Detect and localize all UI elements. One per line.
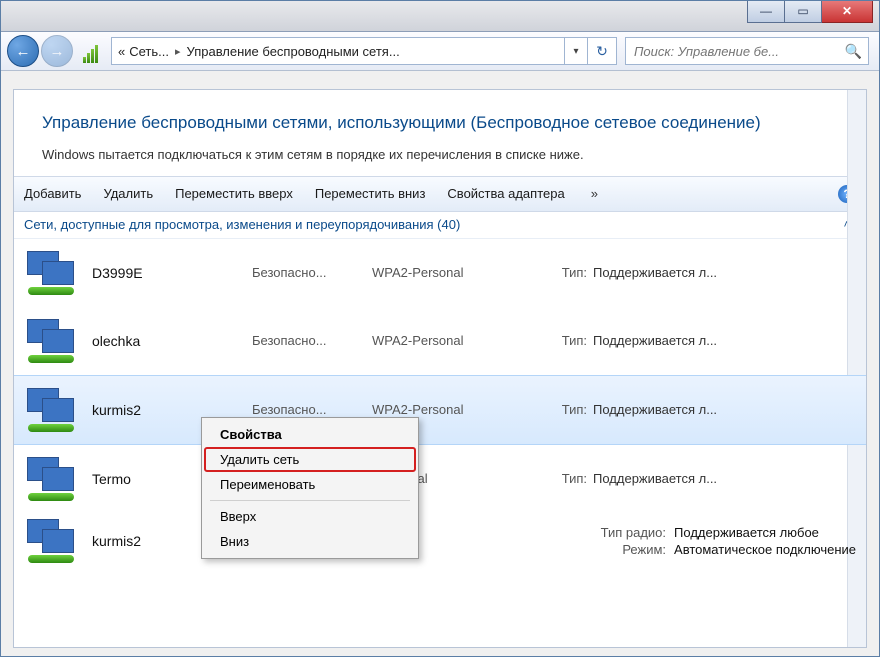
security-label: Безопасно... [252,265,372,280]
radio-type-label: Тип радио: [601,525,666,540]
list-item-selected[interactable]: kurmis2 Безопасно... WPA2-Personal Тип: … [14,375,866,445]
radio-type-value: Поддерживается любое [674,525,856,540]
forward-button[interactable]: → [41,35,73,67]
toolbar-adapter-props[interactable]: Свойства адаптера [447,186,564,201]
close-button[interactable]: ✕ [822,0,873,23]
toolbar-overflow[interactable]: » [591,186,598,201]
list-item[interactable]: olechka Безопасно... WPA2-Personal Тип: … [14,307,866,375]
back-button[interactable]: ← [7,35,39,67]
page-subtitle: Windows пытается подключаться к этим сет… [42,147,838,162]
group-header[interactable]: Сети, доступные для просмотра, изменения… [14,212,866,239]
titlebar: — ▭ ✕ [1,1,879,32]
network-icon [24,455,82,503]
signal-icon [83,39,107,63]
list-item[interactable]: Termo -Personal Тип: Поддерживается л... [14,445,866,513]
mode-value: Автоматическое подключение [674,542,856,557]
page-title: Управление беспроводными сетями, использ… [42,112,838,135]
ctx-delete-network[interactable]: Удалить сеть [204,447,416,472]
command-toolbar: Добавить Удалить Переместить вверх Перем… [14,176,866,212]
toolbar-delete[interactable]: Удалить [103,186,153,201]
encryption-label: WPA2-Personal [372,402,532,417]
type-label: Тип: [532,471,587,486]
ctx-move-up[interactable]: Вверх [204,504,416,529]
network-name: olechka [92,333,252,349]
minimize-button[interactable]: — [747,0,785,23]
encryption-label: WPA2-Personal [372,333,532,348]
header-area: Управление беспроводными сетями, использ… [14,90,866,176]
list-item[interactable]: kurmis2 onal Тип радио: Поддерживается л… [14,513,866,569]
type-value: Поддерживается л... [593,265,856,280]
toolbar-move-up[interactable]: Переместить вверх [175,186,293,201]
network-name: D3999E [92,265,252,281]
list-item[interactable]: D3999E Безопасно... WPA2-Personal Тип: П… [14,239,866,307]
type-value: Поддерживается л... [593,333,856,348]
group-label: Сети, доступные для просмотра, изменения… [24,217,460,232]
network-icon [24,317,82,365]
breadcrumb[interactable]: « Сеть... ▸ Управление беспроводными сет… [111,37,565,65]
network-list: D3999E Безопасно... WPA2-Personal Тип: П… [14,239,866,569]
explorer-window: — ▭ ✕ ← → « Сеть... ▸ Управление беспров… [0,0,880,657]
breadcrumb-seg1[interactable]: Сеть... [129,44,169,59]
breadcrumb-prefix: « [118,44,125,59]
ctx-rename[interactable]: Переименовать [204,472,416,497]
context-menu: Свойства Удалить сеть Переименовать Ввер… [201,417,419,559]
network-icon [24,249,82,297]
content-pane: Управление беспроводными сетями, использ… [13,89,867,648]
search-icon: 🔍 [845,43,862,60]
network-icon [24,517,82,565]
mode-label: Режим: [601,542,666,557]
chevron-right-icon: ▸ [175,45,181,58]
type-label: Тип: [532,333,587,348]
ctx-separator [210,500,410,501]
network-name: kurmis2 [92,402,252,418]
toolbar-add[interactable]: Добавить [24,186,81,201]
security-label: Безопасно... [252,333,372,348]
maximize-button[interactable]: ▭ [785,0,822,23]
type-label: Тип: [532,402,587,417]
type-label: Тип: [532,265,587,280]
breadcrumb-seg2[interactable]: Управление беспроводными сетя... [187,44,400,59]
toolbar-move-down[interactable]: Переместить вниз [315,186,426,201]
type-value: Поддерживается л... [593,402,856,417]
refresh-button[interactable]: ↻ [588,37,617,65]
window-controls: — ▭ ✕ [747,0,873,23]
navbar: ← → « Сеть... ▸ Управление беспроводными… [1,32,879,71]
search-box[interactable]: 🔍 [625,37,869,65]
ctx-move-down[interactable]: Вниз [204,529,416,554]
ctx-properties[interactable]: Свойства [204,422,416,447]
network-icon [24,386,82,434]
breadcrumb-dropdown[interactable]: ▾ [565,37,588,65]
type-value: Поддерживается л... [593,471,856,486]
encryption-label: WPA2-Personal [372,265,532,280]
search-input[interactable] [632,43,845,60]
security-label: Безопасно... [252,402,372,417]
info-block: Тип радио: Поддерживается любое Режим: А… [601,525,856,557]
